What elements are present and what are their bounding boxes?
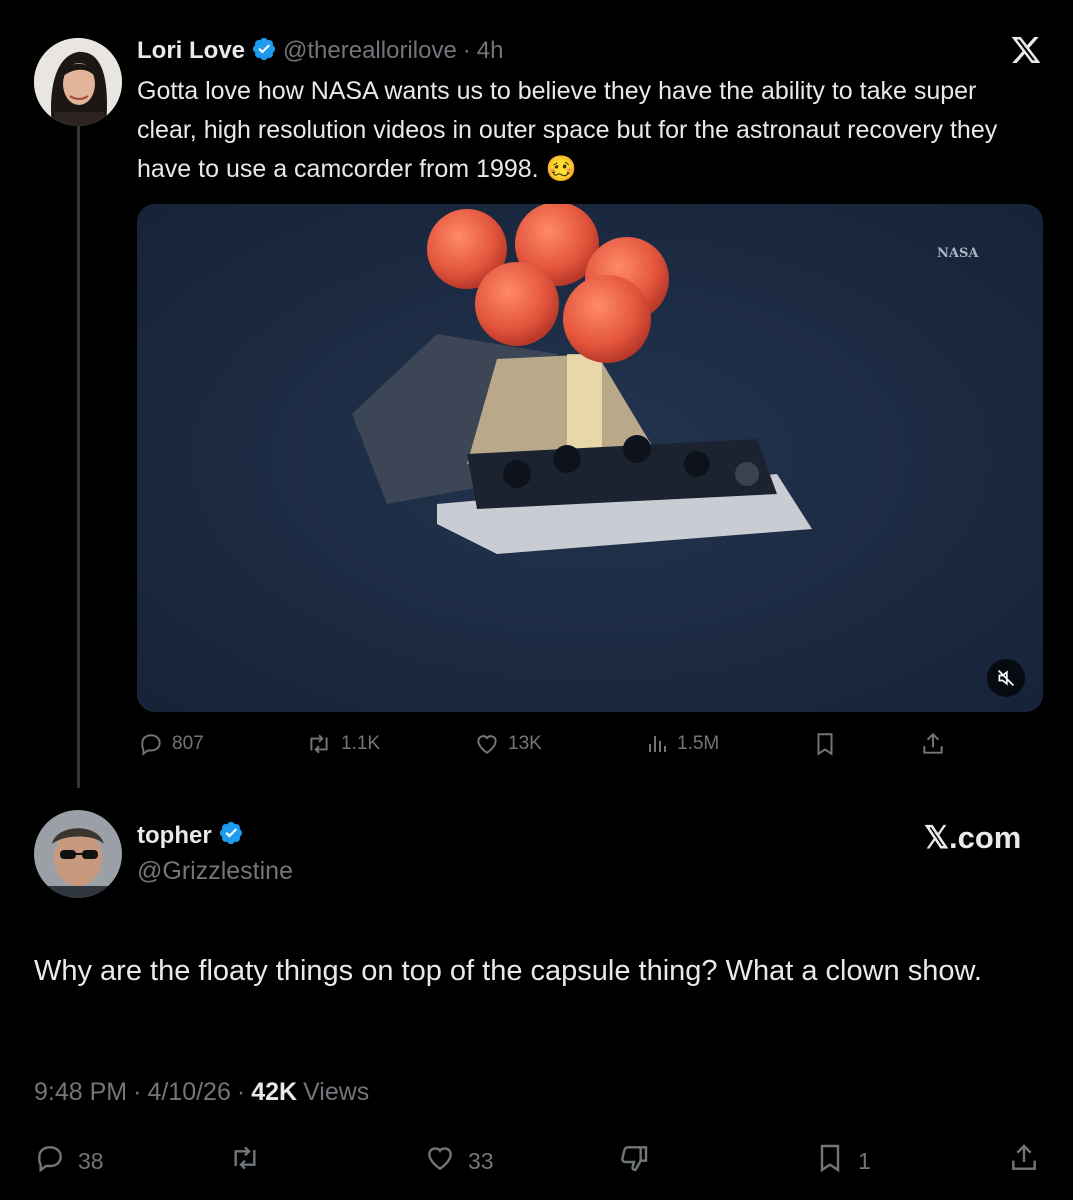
- lori-avatar[interactable]: [34, 38, 122, 126]
- reply-bookmark-button[interactable]: 1: [814, 1142, 871, 1180]
- reply-bookmark-count: 1: [858, 1147, 871, 1174]
- like-icon: [474, 731, 500, 757]
- share-icon[interactable]: [920, 731, 946, 762]
- reply-date[interactable]: 4/10/26: [147, 1078, 230, 1107]
- reply-count: 807: [172, 733, 204, 754]
- quoted-tweet-text: Gotta love how NASA wants us to believe …: [137, 77, 998, 183]
- reply-icon: [34, 1142, 66, 1180]
- x-logo-icon[interactable]: [1010, 34, 1042, 66]
- reply-button[interactable]: 807: [138, 731, 204, 757]
- reply-text: Why are the floaty things on top of the …: [34, 955, 982, 987]
- reply-reply-count: 38: [78, 1147, 104, 1174]
- verified-badge-icon: [218, 820, 244, 851]
- reply-views-count: 42K: [251, 1078, 298, 1106]
- share-icon[interactable]: [1008, 1142, 1040, 1179]
- tweet-time[interactable]: 4h: [477, 37, 504, 65]
- tweet-media-video[interactable]: NASA: [137, 204, 1043, 712]
- bookmark-icon[interactable]: [812, 731, 838, 762]
- reply-meta: 9:48 PM · 4/10/26 · 42K Views: [34, 1078, 369, 1107]
- lori-display-name[interactable]: Lori Love: [137, 37, 245, 65]
- repost-button[interactable]: 1.1K: [305, 731, 380, 757]
- reply-header: topher: [137, 820, 244, 851]
- reply-time[interactable]: 9:48 PM: [34, 1078, 127, 1107]
- repost-icon: [305, 731, 333, 757]
- repost-count: 1.1K: [341, 733, 381, 754]
- views-count: 1.5M: [677, 733, 720, 754]
- bookmark-icon: [814, 1142, 846, 1180]
- mute-icon[interactable]: [987, 659, 1025, 697]
- meta-separator: ·: [133, 1078, 142, 1106]
- capsule-recovery-image: [137, 204, 1043, 712]
- views-icon: [645, 731, 669, 757]
- repost-icon[interactable]: [228, 1142, 262, 1179]
- quoted-tweet-header: Lori Love @thereallorilove · 4h: [137, 34, 504, 68]
- lori-handle[interactable]: @thereallorilove: [283, 37, 457, 65]
- nasa-watermark: NASA: [937, 246, 979, 261]
- topher-avatar[interactable]: [34, 810, 122, 898]
- dislike-icon[interactable]: [618, 1142, 650, 1179]
- thread-line: [77, 125, 80, 788]
- reply-views-label: Views: [303, 1078, 370, 1106]
- reply-reply-button[interactable]: 38: [34, 1142, 104, 1180]
- views-button[interactable]: 1.5M: [645, 731, 719, 757]
- reply-icon: [138, 731, 164, 757]
- like-count: 13K: [508, 733, 542, 754]
- topher-handle[interactable]: @Grizzlestine: [137, 857, 293, 886]
- reply-like-count: 33: [468, 1147, 494, 1174]
- topher-display-name[interactable]: topher: [137, 822, 212, 850]
- like-button[interactable]: 13K: [474, 731, 542, 757]
- like-icon: [424, 1142, 456, 1180]
- meta-separator: ·: [462, 37, 471, 64]
- x-com-brand: 𝕏.com: [924, 820, 1022, 855]
- reply-like-button[interactable]: 33: [424, 1142, 494, 1180]
- meta-separator: ·: [236, 1078, 246, 1106]
- verified-badge-icon: [251, 36, 277, 67]
